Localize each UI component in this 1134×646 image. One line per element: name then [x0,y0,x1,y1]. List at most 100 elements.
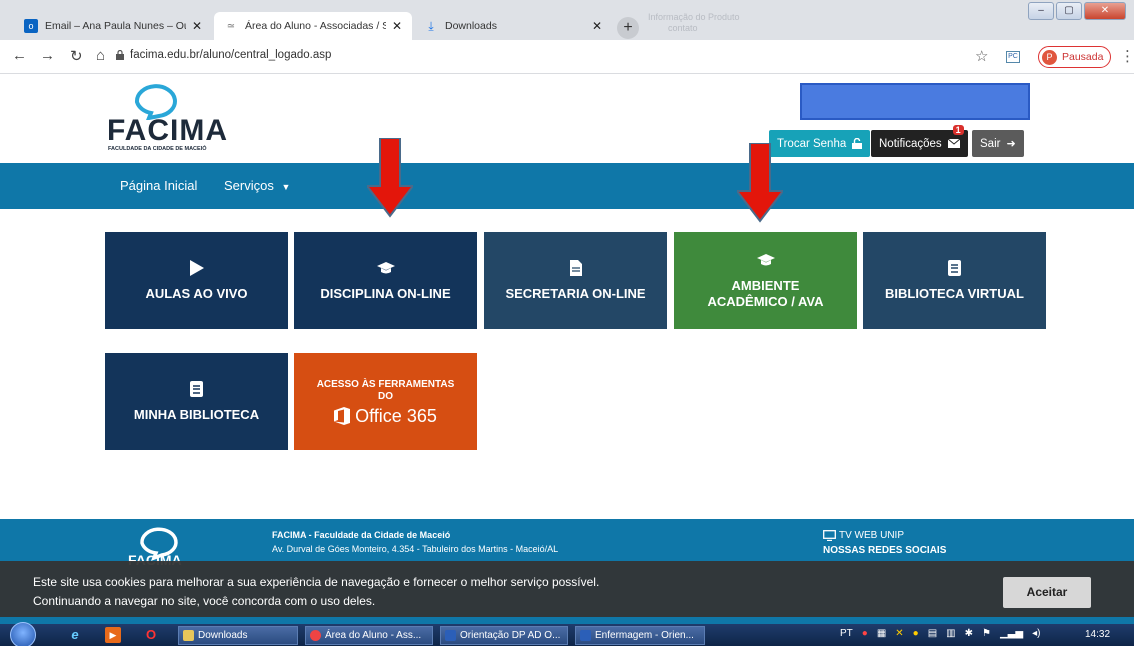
ghost-text-1: Informação do Produto [648,12,740,22]
profile-button[interactable]: P Pausada [1038,46,1112,68]
url-field[interactable]: facima.edu.br/aluno/central_logado.asp [130,49,331,61]
bookmark-star-icon[interactable]: ☆ [975,47,988,65]
footer-social-heading: NOSSAS REDES SOCIAIS [823,545,947,556]
close-icon[interactable]: ✕ [186,19,202,33]
media-player-icon[interactable]: ▶ [105,627,121,643]
reload-icon[interactable]: ↻ [70,47,83,65]
taskbar-label: Área do Aluno - Ass... [325,630,422,641]
taskbar-label: Orientação DP AD O... [460,630,561,641]
book-icon [948,259,961,277]
tray-warning-icon[interactable]: ● [913,628,919,639]
sign-out-icon: ➜ [1006,138,1016,150]
graduation-cap-icon [376,259,395,277]
tile-label: AULAS AO VIVO [145,286,248,301]
tile-biblioteca-virtual[interactable]: BIBLIOTECA VIRTUAL [863,232,1046,329]
red-arrow-icon [367,138,413,218]
tile-disciplina-on-line[interactable]: DISCIPLINA ON-LINE [294,232,477,329]
tab-area-do-aluno[interactable]: ≃ Área do Aluno - Associadas / Su ✕ [214,12,412,40]
ghost-text-2: contato [668,23,698,33]
taskbar-label: Enfermagem - Orien... [595,630,694,641]
tile-label: MINHA BIBLIOTECA [133,407,260,422]
book-icon [190,380,203,398]
office-tile-line2: DO [378,390,393,402]
avatar: P [1042,49,1057,65]
tab-downloads[interactable]: ⤓ Downloads ✕ [414,12,612,40]
tray-app-icon[interactable]: ▦ [877,628,886,639]
tray-tool-icon[interactable]: ✕ [895,628,903,639]
outlook-icon: o [24,19,38,33]
accept-cookies-button[interactable]: Aceitar [1003,577,1091,608]
tile-label: DISCIPLINA ON-LINE [320,286,451,301]
tv-web-link[interactable]: TV WEB UNIP [823,530,904,541]
cookie-line-1: Este site usa cookies para melhorar a su… [33,575,600,589]
envelope-icon [947,139,960,148]
home-icon[interactable]: ⌂ [96,47,105,64]
volume-icon[interactable]: ◂) [1032,628,1040,639]
nav-servicos[interactable]: Serviços ▼ [224,178,290,193]
bluetooth-icon[interactable]: ✱ [965,628,973,639]
footer-address: Av. Durval de Góes Monteiro, 4.354 - Tab… [272,544,559,554]
cookie-banner: Este site usa cookies para melhorar a su… [0,561,1134,617]
footer-institution-name: FACIMA - Faculdade da Cidade de Maceió [272,530,451,540]
tile-minha-biblioteca[interactable]: MINHA BIBLIOTECA [105,353,288,450]
taskbar-label: Downloads [198,630,248,641]
notificacoes-button[interactable]: Notificações 1 [871,125,968,157]
taskbar-downloads[interactable]: Downloads [178,626,298,645]
tray-monitor-icon[interactable]: ▤ [928,628,937,639]
tile-label: BIBLIOTECA VIRTUAL [885,286,1024,301]
minimize-button[interactable]: – [1028,2,1054,20]
flag-icon[interactable]: ⚑ [982,628,991,639]
tile-label: SECRETARIA ON-LINE [505,286,646,301]
antivirus-icon[interactable]: ● [862,628,868,639]
tile-label: AMBIENTE ACADÊMICO / AVA [707,278,824,309]
tray-network-icon[interactable]: ▥ [946,628,955,639]
windows-taskbar: e ▶ O Downloads Área do Aluno - Ass... O… [0,622,1134,646]
caret-down-icon: ▼ [281,182,291,192]
office-brand: Office 365 [334,405,437,426]
nav-pagina-inicial[interactable]: Página Inicial [120,178,197,193]
tile-ambiente-academico-ava[interactable]: AMBIENTE ACADÊMICO / AVA [674,232,857,329]
signal-icon[interactable]: ▁▃▅ [1000,628,1023,639]
sair-label: Sair [980,137,1001,150]
office-logo-icon [334,406,351,425]
forward-icon[interactable]: → [40,47,55,64]
close-window-button[interactable]: ✕ [1084,2,1126,20]
taskbar-chrome[interactable]: Área do Aluno - Ass... [305,626,433,645]
start-button[interactable] [10,622,36,646]
new-tab-button[interactable]: + [617,17,639,39]
chrome-icon [310,630,321,641]
close-icon[interactable]: ✕ [386,19,402,33]
language-indicator[interactable]: PT [840,628,853,639]
word-icon [580,630,591,641]
close-icon[interactable]: ✕ [586,19,602,33]
footer-logo-icon: FACIMA [128,527,182,565]
trocar-senha-button[interactable]: Trocar Senha [769,130,871,157]
tile-aulas-ao-vivo[interactable]: AULAS AO VIVO [105,232,288,329]
back-icon[interactable]: ← [12,47,27,64]
sair-button[interactable]: Sair ➜ [972,130,1024,157]
tab-outlook[interactable]: o Email – Ana Paula Nunes – Outlo ✕ [14,12,212,40]
opera-icon[interactable]: O [143,627,159,643]
office-brand-label: Office 365 [355,405,437,426]
address-bar: ← → ↻ ⌂ facima.edu.br/aluno/central_loga… [0,40,1134,74]
taskbar-word-enfermagem[interactable]: Enfermagem - Orien... [575,626,705,645]
logo-text: FACIMA [107,114,228,147]
lock-icon [116,50,124,60]
menu-dots-icon[interactable]: ⋮ [1120,47,1134,65]
tile-secretaria-on-line[interactable]: SECRETARIA ON-LINE [484,232,667,329]
nav-servicos-label: Serviços [224,178,274,193]
ie-icon[interactable]: e [67,627,83,643]
notificacoes-label: Notificações [879,137,942,150]
ghost-tab-text: Informação do Produto contato [648,12,740,34]
cookie-line-2: Continuando a navegar no site, você conc… [33,594,376,608]
tv-icon [823,530,836,541]
extension-icon[interactable]: PC [1006,51,1020,63]
graduation-cap-icon [756,251,775,269]
maximize-button[interactable]: ▢ [1056,2,1082,20]
taskbar-word-orientacao[interactable]: Orientação DP AD O... [440,626,568,645]
clock: 14:32 [1085,629,1111,640]
tab-title: Área do Aluno - Associadas / Su [245,20,386,32]
tile-office-365[interactable]: ACESSO ÀS FERRAMENTAS DO Office 365 [294,353,477,450]
notification-badge: 1 [952,125,964,135]
main-navbar: Página Inicial Serviços ▼ [0,163,1134,209]
